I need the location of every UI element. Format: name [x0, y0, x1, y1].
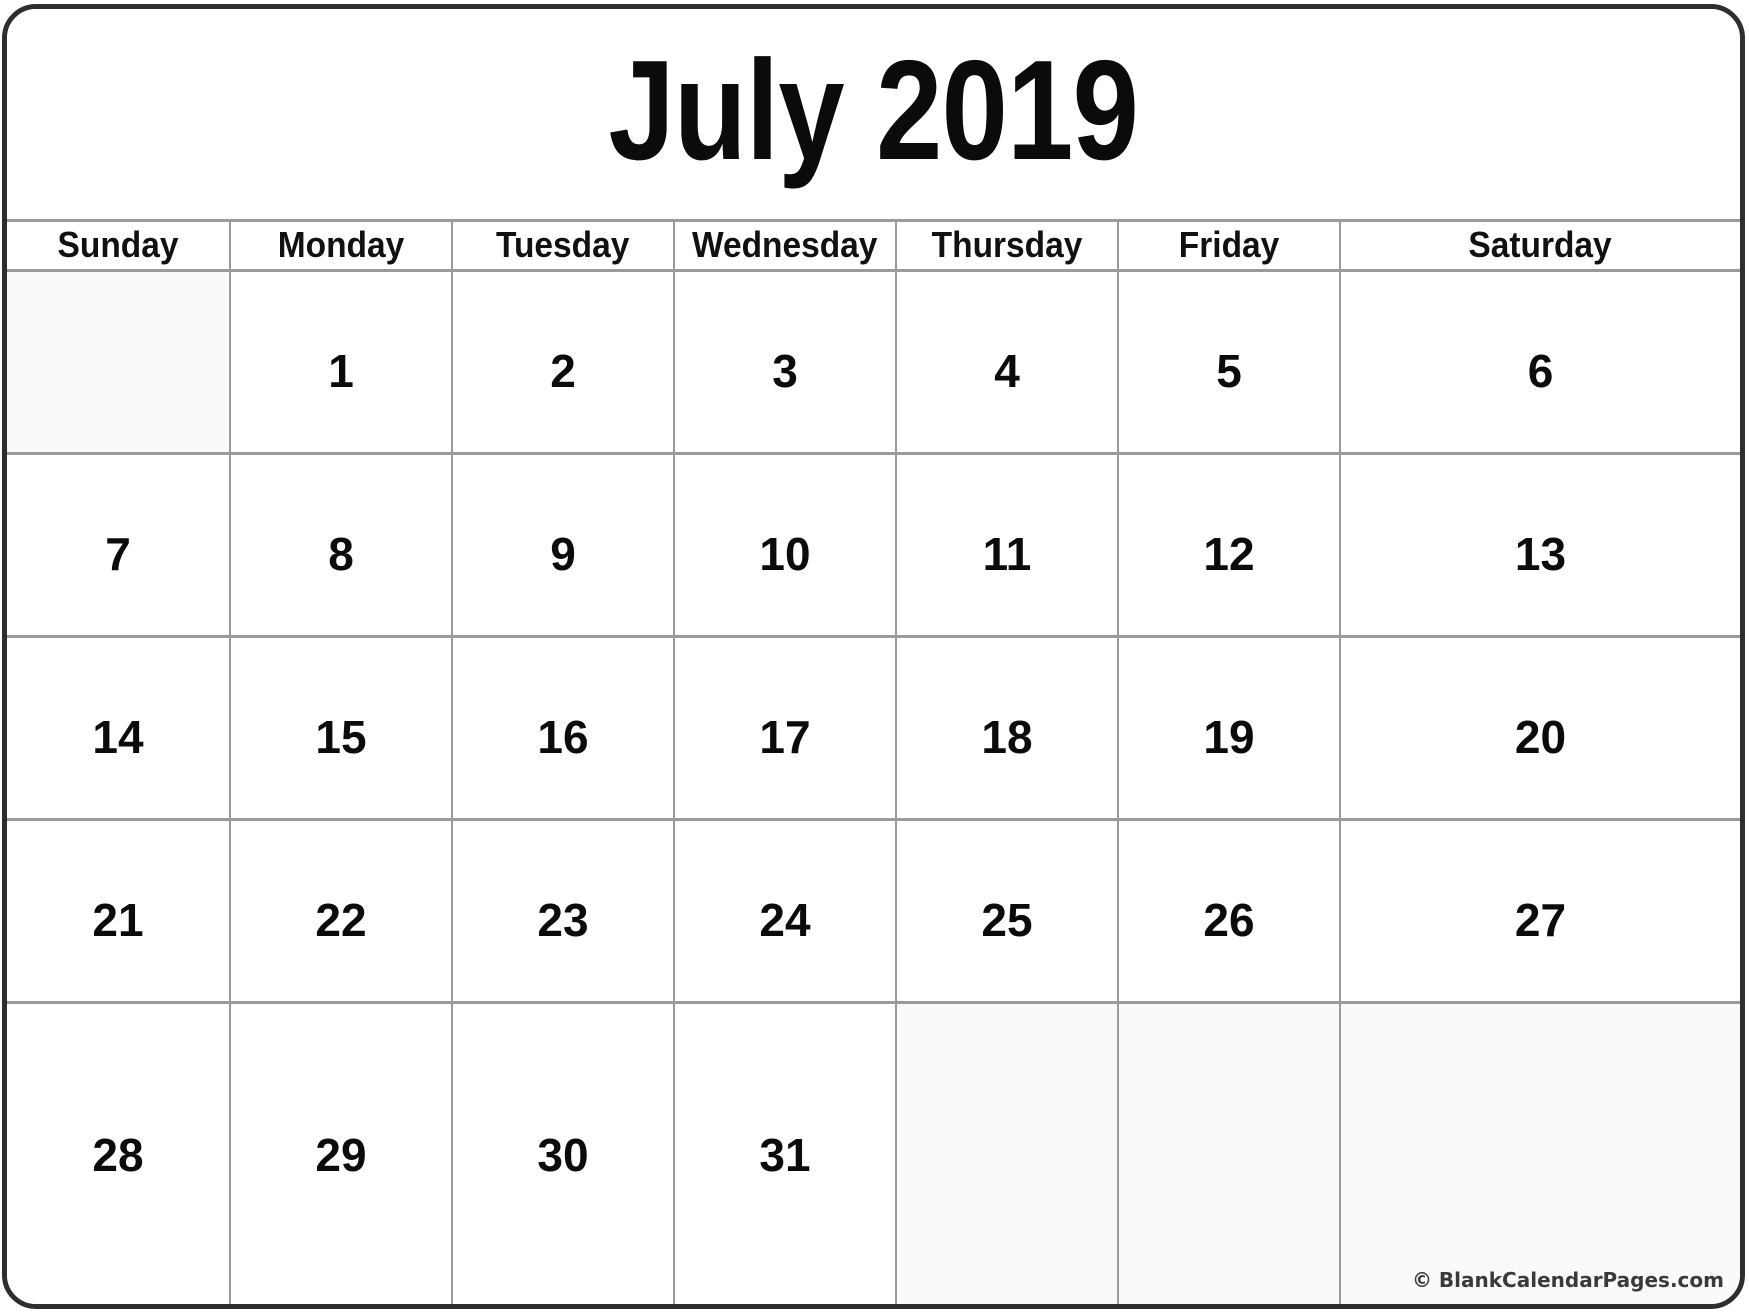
day-number: 4 — [994, 345, 1020, 397]
day-cell[interactable]: 18 — [897, 638, 1119, 821]
day-cell[interactable]: 17 — [675, 638, 897, 821]
calendar-frame: July 2019 Sunday Monday Tuesday Wednesda… — [2, 4, 1745, 1309]
day-number: 2 — [550, 345, 576, 397]
day-number: 26 — [1203, 894, 1255, 946]
day-cell[interactable]: 6 — [1341, 272, 1740, 455]
day-cell[interactable]: 7 — [7, 455, 231, 638]
day-number: 18 — [981, 711, 1033, 763]
day-cell[interactable]: 26 — [1119, 821, 1341, 1004]
weekday-header-label: Monday — [277, 223, 405, 265]
weekday-header-label: Tuesday — [496, 223, 630, 265]
weekday-header-tuesday: Tuesday — [453, 222, 675, 272]
day-cell[interactable]: 8 — [231, 455, 453, 638]
weekday-header-friday: Friday — [1119, 222, 1341, 272]
day-cell[interactable]: 22 — [231, 821, 453, 1004]
day-cell[interactable]: 2 — [453, 272, 675, 455]
day-number: 7 — [105, 528, 131, 580]
calendar-title: July 2019 — [608, 31, 1139, 190]
copyright-watermark: © BlankCalendarPages.com — [1411, 1268, 1724, 1292]
day-cell[interactable]: 29 — [231, 1004, 453, 1304]
day-number: 22 — [315, 894, 367, 946]
day-cell[interactable]: 13 — [1341, 455, 1740, 638]
day-cell[interactable]: 31 — [675, 1004, 897, 1304]
weekday-header-wednesday: Wednesday — [675, 222, 897, 272]
day-cell[interactable] — [1119, 1004, 1341, 1304]
day-number: 21 — [92, 894, 144, 946]
day-number: 30 — [537, 1129, 589, 1181]
day-cell[interactable]: 19 — [1119, 638, 1341, 821]
weekday-header-saturday: Saturday — [1341, 222, 1740, 272]
calendar-title-band: July 2019 — [7, 9, 1740, 222]
day-number: 17 — [759, 711, 811, 763]
day-number: 9 — [550, 528, 576, 580]
weekday-header-label: Friday — [1178, 223, 1280, 265]
day-number: 23 — [537, 894, 589, 946]
day-cell[interactable]: 14 — [7, 638, 231, 821]
day-number: 12 — [1203, 528, 1255, 580]
day-number: 27 — [1514, 894, 1567, 946]
weekday-header-monday: Monday — [231, 222, 453, 272]
weekday-header-label: Sunday — [57, 223, 179, 265]
weekday-header-thursday: Thursday — [897, 222, 1119, 272]
weekday-header-label: Wednesday — [692, 223, 878, 265]
day-cell[interactable]: 25 — [897, 821, 1119, 1004]
day-cell[interactable]: 27 — [1341, 821, 1740, 1004]
day-cell[interactable]: 30 — [453, 1004, 675, 1304]
day-number: 11 — [982, 528, 1032, 580]
day-cell[interactable]: 11 — [897, 455, 1119, 638]
day-cell[interactable]: 3 — [675, 272, 897, 455]
day-cell[interactable]: 16 — [453, 638, 675, 821]
weekday-header-sunday: Sunday — [7, 222, 231, 272]
weekday-header-label: Thursday — [931, 223, 1083, 265]
calendar-grid: Sunday Monday Tuesday Wednesday Thursday… — [7, 222, 1740, 1304]
day-number: 31 — [759, 1129, 811, 1181]
day-cell[interactable]: 9 — [453, 455, 675, 638]
day-number: 1 — [328, 345, 354, 397]
day-number: 8 — [328, 528, 354, 580]
day-number: 19 — [1203, 711, 1255, 763]
day-number: 3 — [772, 345, 798, 397]
day-number: 28 — [92, 1129, 144, 1181]
day-number: 15 — [315, 711, 367, 763]
day-cell[interactable]: 10 — [675, 455, 897, 638]
day-cell[interactable]: 28 — [7, 1004, 231, 1304]
day-number: 14 — [92, 711, 144, 763]
day-cell[interactable]: 12 — [1119, 455, 1341, 638]
day-cell[interactable]: 24 — [675, 821, 897, 1004]
day-number: 29 — [315, 1129, 367, 1181]
weekday-header-label: Saturday — [1468, 223, 1613, 265]
day-cell[interactable] — [897, 1004, 1119, 1304]
day-number: 25 — [981, 894, 1033, 946]
day-cell[interactable]: © BlankCalendarPages.com — [1341, 1004, 1740, 1304]
day-number: 5 — [1216, 345, 1242, 397]
day-cell[interactable]: 4 — [897, 272, 1119, 455]
day-cell[interactable]: 23 — [453, 821, 675, 1004]
day-cell[interactable] — [7, 272, 231, 455]
day-cell[interactable]: 21 — [7, 821, 231, 1004]
day-cell[interactable]: 15 — [231, 638, 453, 821]
day-cell[interactable]: 1 — [231, 272, 453, 455]
day-number: 6 — [1527, 345, 1554, 397]
day-number: 24 — [759, 894, 811, 946]
day-cell[interactable]: 5 — [1119, 272, 1341, 455]
calendar-page: July 2019 Sunday Monday Tuesday Wednesda… — [0, 0, 1749, 1315]
day-cell[interactable]: 20 — [1341, 638, 1740, 821]
day-number: 10 — [759, 528, 811, 580]
day-number: 16 — [537, 711, 589, 763]
day-number: 20 — [1514, 711, 1567, 763]
day-number: 13 — [1514, 528, 1567, 580]
